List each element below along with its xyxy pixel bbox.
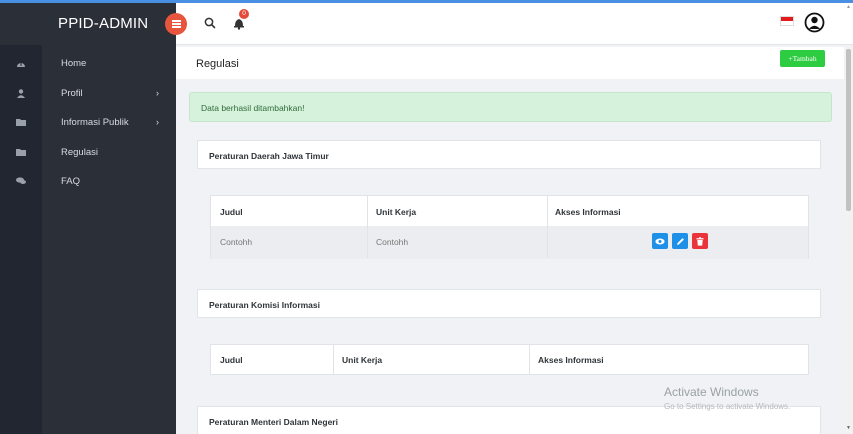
column-header-judul: Judul bbox=[220, 207, 243, 217]
success-alert: Data berhasil ditambahkan! bbox=[189, 92, 832, 122]
column-header-unit-kerja: Unit Kerja bbox=[376, 207, 417, 217]
scrollbar-thumb[interactable] bbox=[846, 49, 851, 211]
alert-message: Data berhasil ditambahkan! bbox=[201, 103, 305, 113]
column-header-judul: Judul bbox=[220, 355, 243, 365]
sidebar-item-faq[interactable]: FAQ bbox=[0, 166, 176, 196]
sidebar-item-label: Home bbox=[61, 57, 87, 69]
sidebar: PPID-ADMIN Home Profil › Informasi Publi… bbox=[0, 3, 176, 434]
section-title: Peraturan Menteri Dalam Negeri bbox=[209, 417, 338, 427]
windows-activation-hint: Go to Settings to activate Windows. bbox=[664, 402, 791, 411]
section-title: Peraturan Komisi Informasi bbox=[209, 300, 321, 310]
folder-icon bbox=[16, 117, 26, 127]
brand-icon-area bbox=[0, 3, 42, 45]
windows-activation-watermark: Activate Windows bbox=[664, 385, 759, 399]
column-divider bbox=[529, 345, 530, 374]
column-header-unit-kerja: Unit Kerja bbox=[342, 355, 383, 365]
regulation-table: Judul Unit Kerja Akses Informasi bbox=[210, 344, 809, 375]
brand-title[interactable]: PPID-ADMIN bbox=[58, 15, 148, 32]
pencil-icon bbox=[676, 237, 684, 245]
column-header-akses-informasi: Akses Informasi bbox=[538, 355, 604, 365]
sidebar-item-regulasi[interactable]: Regulasi bbox=[0, 137, 176, 167]
table-row bbox=[211, 226, 808, 259]
menu-icon bbox=[171, 23, 181, 25]
column-header-akses-informasi: Akses Informasi bbox=[555, 207, 621, 217]
cell-judul: Contohh bbox=[220, 237, 253, 247]
cell-unit-kerja: Contohh bbox=[376, 237, 409, 247]
dashboard-icon bbox=[16, 58, 26, 68]
view-button[interactable] bbox=[652, 233, 668, 249]
notification-badge: 0 bbox=[239, 9, 249, 19]
sidebar-item-profil[interactable]: Profil › bbox=[0, 78, 176, 108]
section-header: Peraturan Komisi Informasi bbox=[197, 289, 821, 318]
sidebar-item-label: Regulasi bbox=[61, 146, 98, 158]
scroll-up-arrow-icon[interactable]: ▲ bbox=[846, 4, 851, 10]
section-title: Peraturan Daerah Jawa Timur bbox=[209, 151, 329, 161]
user-account-icon[interactable] bbox=[804, 12, 825, 33]
comments-icon bbox=[16, 176, 26, 186]
scroll-down-arrow-icon[interactable]: ▼ bbox=[846, 425, 851, 431]
top-header: 0 bbox=[176, 3, 853, 45]
sidebar-item-label: FAQ bbox=[61, 175, 81, 187]
chevron-right-icon: › bbox=[156, 117, 159, 127]
page-title-bar: Regulasi bbox=[176, 47, 844, 79]
folder-icon bbox=[16, 147, 26, 157]
sidebar-item-informasi-publik[interactable]: Informasi Publik › bbox=[0, 107, 176, 137]
search-icon[interactable] bbox=[203, 16, 217, 30]
section-header: Peraturan Daerah Jawa Timur bbox=[197, 140, 821, 169]
sidebar-item-label: Informasi Publik bbox=[61, 116, 129, 128]
delete-button[interactable] bbox=[692, 233, 708, 249]
add-button[interactable]: +Tambah bbox=[780, 50, 825, 67]
page-title: Regulasi bbox=[196, 58, 239, 70]
user-icon bbox=[16, 88, 26, 98]
sidebar-item-home[interactable]: Home bbox=[0, 48, 176, 78]
column-divider bbox=[333, 345, 334, 374]
edit-button[interactable] bbox=[672, 233, 688, 249]
chevron-right-icon: › bbox=[156, 88, 159, 98]
brand-bar: PPID-ADMIN bbox=[0, 3, 176, 45]
column-divider bbox=[367, 196, 368, 258]
column-divider bbox=[547, 196, 548, 258]
eye-icon bbox=[655, 238, 665, 244]
regulation-table: Judul Unit Kerja Akses Informasi Contohh… bbox=[210, 195, 809, 259]
language-flag-icon[interactable] bbox=[780, 16, 794, 26]
trash-icon bbox=[696, 236, 704, 246]
sidebar-item-label: Profil bbox=[61, 87, 83, 99]
sidebar-toggle-button[interactable] bbox=[165, 13, 187, 35]
